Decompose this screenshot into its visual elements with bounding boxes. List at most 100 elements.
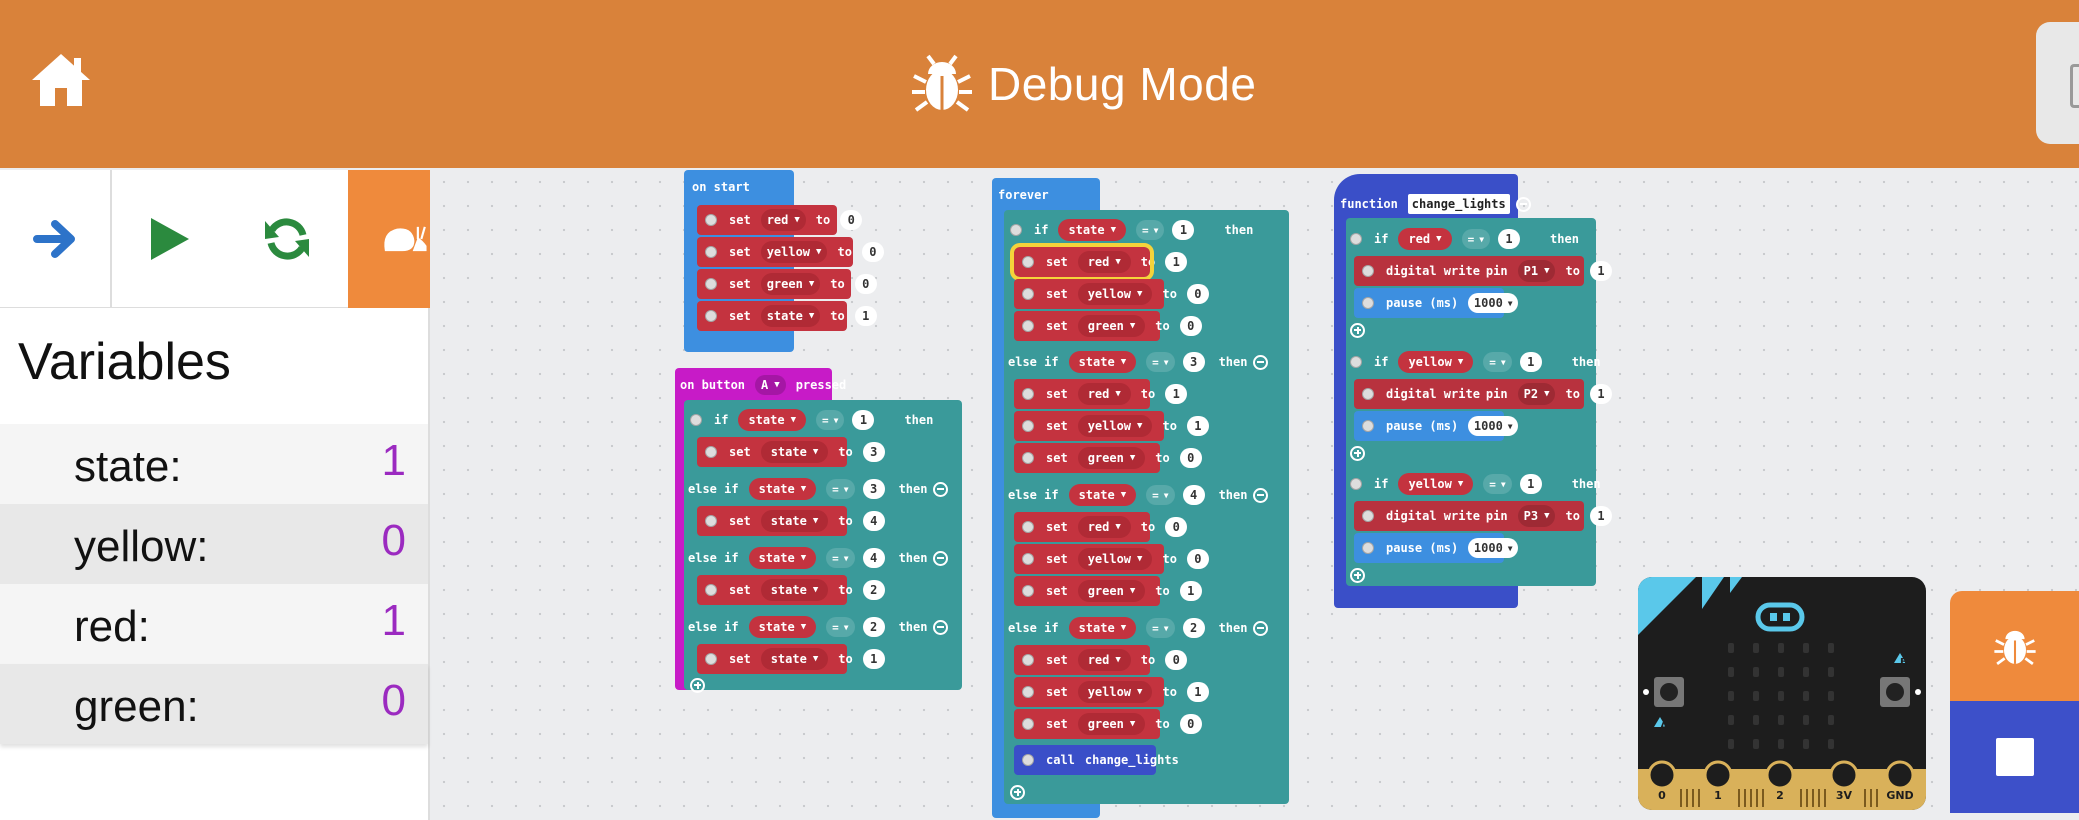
operator-dropdown[interactable]: = ▼	[1146, 618, 1175, 638]
variable-dropdown[interactable]: state ▼	[760, 441, 829, 463]
value-input[interactable]: 0	[1165, 650, 1188, 670]
pause-dropdown[interactable]: 1000 ▼	[1468, 538, 1519, 558]
variable-dropdown[interactable]: green ▼	[1077, 713, 1146, 735]
value-input[interactable]: 2	[862, 580, 885, 600]
variable-dropdown[interactable]: state ▼	[1068, 351, 1137, 373]
value-input[interactable]: 4	[862, 548, 885, 568]
if-condition[interactable]: if state ▼ = ▼ 1 then	[1010, 215, 1253, 245]
set-variable-block[interactable]: set yellow ▼ to 1	[1014, 677, 1209, 707]
home-button[interactable]	[28, 50, 102, 116]
remove-branch-icon[interactable]	[933, 550, 949, 566]
operator-dropdown[interactable]: = ▼	[826, 617, 855, 637]
breakpoint-dot[interactable]	[1022, 420, 1034, 432]
variable-dropdown[interactable]: state ▼	[748, 478, 817, 500]
variable-dropdown[interactable]: yellow ▼	[1398, 351, 1474, 373]
breakpoint-dot[interactable]	[1010, 224, 1022, 236]
pause-block[interactable]: pause (ms) 1000 ▼	[1354, 533, 1519, 563]
breakpoint-dot[interactable]	[1022, 718, 1034, 730]
value-input[interactable]: 3	[862, 442, 885, 462]
remove-branch-icon[interactable]	[933, 619, 949, 635]
remove-branch-icon[interactable]	[1253, 620, 1269, 636]
add-branch-icon[interactable]	[1350, 567, 1365, 583]
breakpoint-dot[interactable]	[1350, 356, 1362, 368]
breakpoint-dot[interactable]	[690, 414, 702, 426]
else-if-condition[interactable]: else if state ▼ = ▼ 2 then	[688, 612, 949, 642]
variable-dropdown[interactable]: yellow ▼	[1077, 283, 1153, 305]
breakpoint-dot[interactable]	[1362, 420, 1374, 432]
add-branch-icon[interactable]	[1350, 445, 1365, 461]
variable-dropdown[interactable]: yellow ▼	[1398, 473, 1474, 495]
breakpoint-dot[interactable]	[705, 214, 717, 226]
value-input[interactable]: 1	[1172, 220, 1195, 240]
simulator-debug-button[interactable]	[1950, 591, 2079, 701]
variable-dropdown[interactable]: yellow ▼	[1077, 415, 1153, 437]
set-variable-block[interactable]: set yellow ▼ to 0	[1014, 544, 1209, 574]
set-variable-block[interactable]: set green ▼ to 0	[697, 269, 877, 299]
breakpoint-dot[interactable]	[1362, 297, 1374, 309]
value-input[interactable]: 0	[1179, 714, 1202, 734]
operator-dropdown[interactable]: = ▼	[1461, 229, 1491, 249]
function-name-input[interactable]: change_lights	[1407, 194, 1510, 214]
run-button[interactable]	[114, 170, 226, 308]
digital-write-block[interactable]: digital write pin P1 ▼ to 1	[1354, 256, 1612, 286]
value-input[interactable]: 1	[1186, 416, 1209, 436]
operator-dropdown[interactable]: = ▼	[1483, 352, 1512, 372]
if-condition[interactable]: if red ▼ = ▼ 1 then	[1350, 224, 1579, 254]
breakpoint-dot[interactable]	[1362, 265, 1374, 277]
set-variable-block[interactable]: set state ▼ to 1	[697, 644, 885, 674]
button-b[interactable]	[1880, 677, 1910, 707]
variable-dropdown[interactable]: state ▼	[748, 616, 817, 638]
simulator-stop-button[interactable]	[1950, 701, 2079, 813]
value-input[interactable]: 1	[854, 306, 877, 326]
slow-mode-button[interactable]	[348, 170, 430, 308]
variable-dropdown[interactable]: red ▼	[1398, 228, 1452, 250]
else-if-condition[interactable]: else if state ▼ = ▼ 4 then	[688, 543, 949, 573]
variable-dropdown[interactable]: red ▼	[760, 209, 806, 231]
variable-dropdown[interactable]: yellow ▼	[1077, 548, 1153, 570]
remove-branch-icon[interactable]	[1253, 487, 1269, 503]
variable-dropdown[interactable]: state ▼	[1058, 219, 1126, 241]
value-input[interactable]: 3	[1182, 352, 1205, 372]
add-branch[interactable]	[1350, 443, 1365, 463]
pause-dropdown[interactable]: 1000 ▼	[1468, 416, 1519, 436]
set-variable-block[interactable]: set yellow ▼ to 0	[1014, 279, 1209, 309]
set-variable-block[interactable]: set state ▼ to 4	[697, 506, 885, 536]
value-input[interactable]: 0	[1179, 316, 1202, 336]
variable-dropdown[interactable]: green ▼	[1077, 315, 1146, 337]
if-condition[interactable]: if yellow ▼ = ▼ 1 then	[1350, 469, 1601, 499]
remove-branch-icon[interactable]	[1253, 354, 1269, 370]
operator-dropdown[interactable]: = ▼	[816, 410, 845, 430]
variable-dropdown[interactable]: yellow ▼	[1077, 681, 1153, 703]
set-variable-block[interactable]: set green ▼ to 0	[1014, 443, 1202, 473]
add-branch[interactable]	[1010, 782, 1025, 802]
value-input[interactable]: 1	[1519, 474, 1542, 494]
breakpoint-dot[interactable]	[705, 584, 717, 596]
value-input[interactable]: 1	[852, 410, 875, 430]
variable-dropdown[interactable]: state ▼	[760, 510, 829, 532]
set-variable-block[interactable]: set yellow ▼ to 0	[697, 237, 884, 267]
set-variable-block[interactable]: set state ▼ to 2	[697, 575, 885, 605]
add-branch[interactable]	[690, 675, 705, 695]
set-variable-block[interactable]: set red ▼ to 0	[1014, 512, 1188, 542]
value-input[interactable]: 4	[862, 511, 885, 531]
operator-dropdown[interactable]: = ▼	[826, 548, 855, 568]
breakpoint-dot[interactable]	[705, 310, 717, 322]
variable-dropdown[interactable]: red ▼	[1077, 251, 1131, 273]
value-input[interactable]: 1	[1498, 229, 1521, 249]
pause-dropdown[interactable]: 1000 ▼	[1468, 293, 1519, 313]
operator-dropdown[interactable]: = ▼	[1136, 220, 1165, 240]
value-input[interactable]: 1	[1589, 261, 1612, 281]
pin-dropdown[interactable]: P2 ▼	[1517, 383, 1556, 405]
remove-branch-icon[interactable]	[933, 481, 949, 497]
value-input[interactable]: 0	[1165, 517, 1188, 537]
value-input[interactable]: 4	[1182, 485, 1205, 505]
breakpoint-dot[interactable]	[1362, 542, 1374, 554]
value-input[interactable]: 0	[840, 210, 863, 230]
set-variable-block[interactable]: set red ▼ to 1	[1014, 379, 1188, 409]
digital-write-block[interactable]: digital write pin P2 ▼ to 1	[1354, 379, 1612, 409]
button-a[interactable]	[1654, 677, 1684, 707]
pin-dropdown[interactable]: P3 ▼	[1517, 505, 1556, 527]
value-input[interactable]: 0	[1179, 448, 1202, 468]
value-input[interactable]: 0	[1186, 549, 1209, 569]
value-input[interactable]: 2	[1182, 618, 1205, 638]
